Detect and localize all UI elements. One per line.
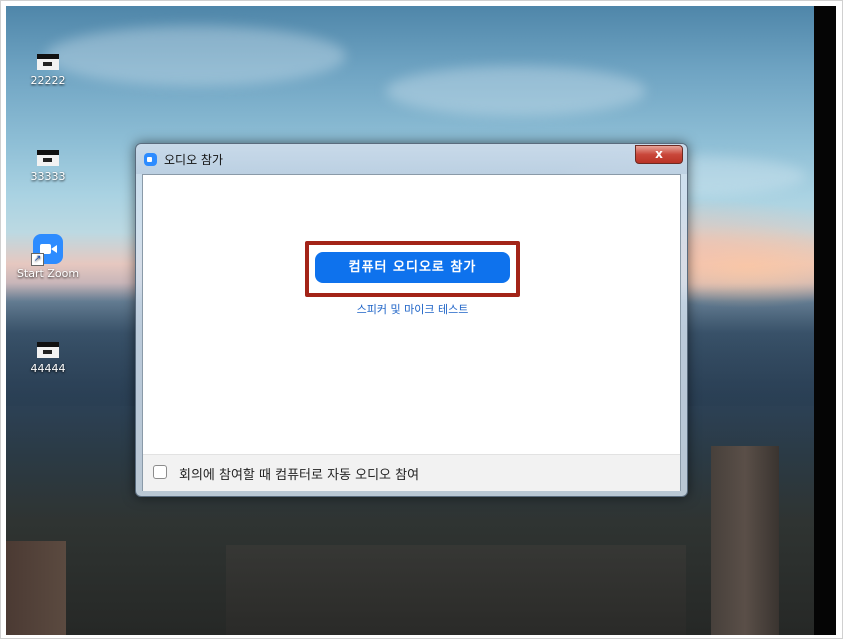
zoom-app-icon: ↗ bbox=[31, 234, 63, 266]
desktop-icon-label: 33333 bbox=[30, 170, 66, 183]
desktop-icon-label: Start Zoom bbox=[16, 267, 80, 280]
join-audio-dialog: 오디오 참가 x 컴퓨터 오디오로 참가 스피커 및 마이크 테스트 회의에 참… bbox=[135, 143, 688, 497]
desktop-icon-start-zoom[interactable]: ↗ Start Zoom bbox=[10, 234, 86, 280]
window-icon bbox=[37, 150, 59, 166]
desktop-icon-label: 22222 bbox=[30, 74, 66, 87]
tower-scenery bbox=[711, 446, 779, 635]
test-speaker-and-mic-link[interactable]: 스피커 및 마이크 테스트 bbox=[143, 301, 682, 317]
dialog-title: 오디오 참가 bbox=[164, 153, 224, 167]
dialog-content: 컴퓨터 오디오로 참가 스피커 및 마이크 테스트 회의에 참여할 때 컴퓨터로… bbox=[142, 174, 681, 491]
dialog-titlebar[interactable]: 오디오 참가 x bbox=[136, 144, 687, 174]
auto-join-audio-checkbox[interactable] bbox=[153, 465, 167, 479]
desktop-icon-44444[interactable]: 44444 bbox=[10, 342, 86, 375]
join-with-computer-audio-button[interactable]: 컴퓨터 오디오로 참가 bbox=[315, 252, 510, 283]
amphitheater-scenery bbox=[226, 545, 686, 635]
close-button[interactable]: x bbox=[635, 145, 683, 164]
desktop-icon-22222[interactable]: 22222 bbox=[10, 54, 86, 87]
window-icon bbox=[37, 342, 59, 358]
desktop-icon-label: 44444 bbox=[30, 362, 66, 375]
zoom-app-icon bbox=[144, 153, 157, 166]
building-scenery bbox=[6, 541, 66, 635]
auto-join-audio-label[interactable]: 회의에 참여할 때 컴퓨터로 자동 오디오 참여 bbox=[179, 464, 419, 483]
dialog-footer: 회의에 참여할 때 컴퓨터로 자동 오디오 참여 bbox=[143, 454, 680, 491]
window-icon bbox=[37, 54, 59, 70]
desktop-icon-33333[interactable]: 33333 bbox=[10, 150, 86, 183]
screen-edge bbox=[814, 6, 836, 635]
shortcut-arrow-icon: ↗ bbox=[31, 253, 44, 266]
